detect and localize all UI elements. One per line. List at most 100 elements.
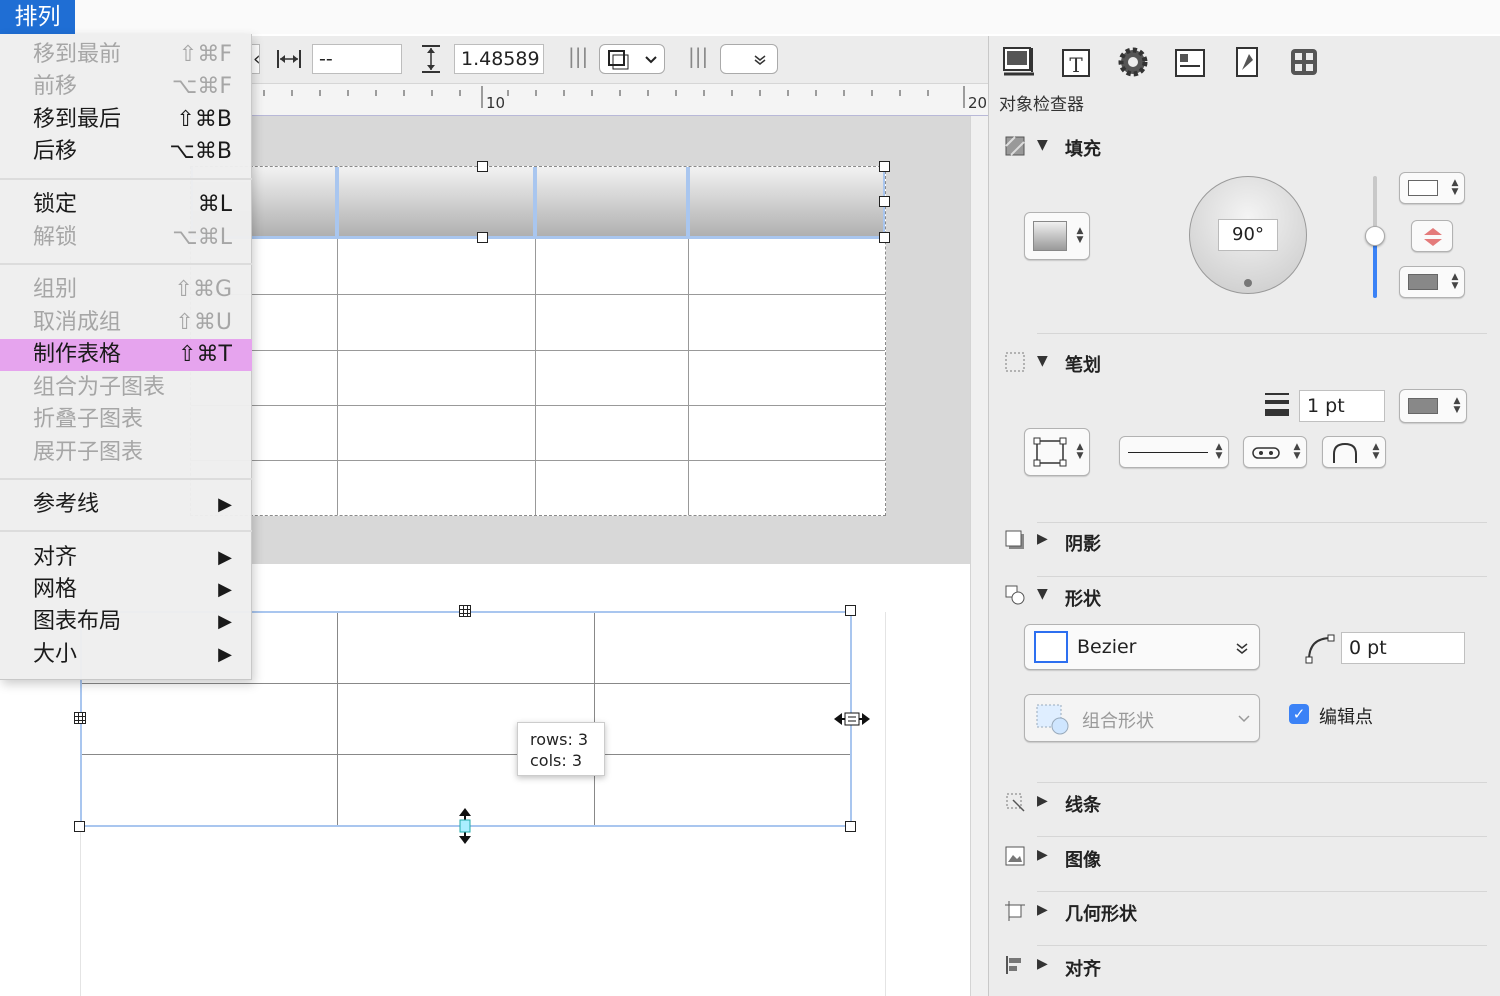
gradient-slider-knob[interactable] [1365, 226, 1385, 246]
fill-icon [1005, 136, 1025, 156]
menu-title-arrange[interactable]: 排列 [0, 0, 75, 34]
stroke-type-popup[interactable]: ▲ ▼ [1024, 428, 1090, 476]
shape-section-label[interactable]: 形状 [1065, 585, 1101, 611]
menu-item-label: 组合为子图表 [33, 375, 166, 400]
lines-icon [1006, 793, 1025, 812]
chevron-down-icon [1238, 715, 1250, 723]
menu-item-size[interactable]: 大小 ▶ [0, 639, 252, 671]
section-divider [1037, 891, 1487, 892]
lines-section-label[interactable]: 线条 [1065, 791, 1101, 817]
menu-separator [0, 178, 252, 180]
shape-icon [1005, 585, 1025, 605]
line-pattern-popup[interactable]: ▲ ▼ [1119, 436, 1229, 468]
corner-radius-icon [1305, 634, 1335, 664]
disclosure-open-icon[interactable]: ▼ [1037, 137, 1048, 153]
height-input[interactable]: 1.48589 [454, 44, 544, 74]
menu-item-label: 参考线 [33, 492, 100, 517]
selection-handle[interactable] [845, 821, 856, 832]
selection-handle[interactable] [879, 161, 890, 172]
line-join-popup[interactable]: ▲ ▼ [1322, 436, 1386, 468]
ruler-label-20: 20 [968, 94, 988, 112]
horizontal-resize-cursor-icon [834, 712, 870, 726]
gradient-angle-dial[interactable]: 90° [1189, 176, 1307, 294]
disclosure-open-icon[interactable]: ▼ [1037, 586, 1048, 602]
gradient-angle-value[interactable]: 90° [1218, 219, 1278, 251]
menu-item-collapse-subgraph[interactable]: 折叠子图表 [0, 404, 252, 436]
menu-item-make-subgraph[interactable]: 组合为子图表 [0, 372, 252, 404]
shadow-section-label[interactable]: 阴影 [1065, 530, 1101, 556]
table-grid-handle[interactable] [74, 712, 86, 724]
image-section-label[interactable]: 图像 [1065, 846, 1101, 872]
menu-item-align[interactable]: 对齐 ▶ [0, 542, 252, 574]
menu-item-expand-subgraph[interactable]: 展开子图表 [0, 437, 252, 469]
edit-points-checkbox[interactable]: ✓ [1289, 704, 1309, 724]
menu-item-lock[interactable]: 锁定 ⌘L [0, 189, 252, 221]
stroke-section-label[interactable]: 笔划 [1065, 351, 1101, 377]
selection-handle[interactable] [845, 605, 856, 616]
square-icon [608, 50, 629, 70]
stroke-color-well[interactable]: ▲ ▼ [1399, 389, 1467, 423]
menu-item-shortcut: ⌥⌘F [171, 74, 232, 99]
header-cell[interactable] [688, 167, 885, 239]
text-icon[interactable]: T [1058, 44, 1094, 80]
selection-handle[interactable] [477, 161, 488, 172]
menu-item-shortcut: ⇧⌘G [174, 277, 232, 302]
menu-item-grid[interactable]: 网格 ▶ [0, 574, 252, 606]
ruler-ticks [263, 86, 965, 108]
canvas-icon[interactable] [1001, 44, 1037, 80]
selection-handle[interactable] [879, 232, 890, 243]
menu-item-diagram-layout[interactable]: 图表布局 ▶ [0, 606, 252, 638]
geometry-section-label[interactable]: 几何形状 [1065, 900, 1137, 926]
shadow-style-popup[interactable] [599, 44, 665, 74]
line-cap-popup[interactable]: ▲ ▼ [1243, 436, 1307, 468]
gradient-end-color-well[interactable]: ▲ ▼ [1399, 266, 1465, 298]
selection-handle[interactable] [879, 196, 890, 207]
menu-item-send-backward[interactable]: 后移 ⌥⌘B [0, 136, 252, 168]
disclosure-closed-icon[interactable]: ▶ [1037, 956, 1048, 972]
width-input[interactable]: -- [312, 44, 402, 74]
table-grid-handle[interactable] [459, 605, 471, 617]
shape-type-popup[interactable]: Bezier [1024, 624, 1260, 670]
menu-item-send-to-back[interactable]: 移到最后 ⇧⌘B [0, 104, 252, 136]
menu-item-label: 折叠子图表 [33, 407, 144, 432]
disclosure-closed-icon[interactable]: ▶ [1037, 793, 1048, 809]
menu-item-bring-to-front[interactable]: 移到最前 ⇧⌘F [0, 39, 252, 71]
align-section-label[interactable]: 对齐 [1065, 955, 1101, 981]
gear-icon[interactable] [1115, 44, 1151, 80]
menu-item-unlock[interactable]: 解锁 ⌥⌘L [0, 222, 252, 254]
tooltip-cols: cols: 3 [530, 751, 583, 770]
layout-icon[interactable] [1172, 44, 1208, 80]
menu-item-guides[interactable]: 参考线 ▶ [0, 489, 252, 521]
menu-item-label: 锁定 [33, 192, 78, 217]
submenu-arrow-icon: ▶ [218, 494, 232, 515]
fill-type-popup[interactable]: ▲ ▼ [1024, 212, 1090, 260]
header-cell[interactable] [535, 167, 688, 239]
properties-icon[interactable] [1229, 44, 1265, 80]
menu-separator [0, 263, 252, 265]
gradient-start-color-well[interactable]: ▲ ▼ [1399, 172, 1465, 204]
disclosure-closed-icon[interactable]: ▶ [1037, 531, 1048, 547]
disclosure-closed-icon[interactable]: ▶ [1037, 847, 1048, 863]
vertical-scrollbar[interactable] [970, 116, 988, 996]
menu-item-group[interactable]: 组别 ⇧⌘G [0, 274, 252, 306]
menu-item-bring-forward[interactable]: 前移 ⌥⌘F [0, 71, 252, 103]
menu-item-ungroup[interactable]: 取消成组 ⇧⌘U [0, 307, 252, 339]
header-cell[interactable] [337, 167, 535, 239]
menu-item-shortcut: ⌥⌘L [172, 225, 232, 250]
height-icon [422, 45, 440, 73]
selected-table[interactable] [190, 166, 886, 516]
shape-preview-icon [1034, 631, 1068, 663]
selection-handle[interactable] [74, 821, 85, 832]
style-popup[interactable] [720, 44, 778, 74]
column-divider [594, 613, 595, 825]
stroke-width-input[interactable]: 1 pt [1299, 390, 1385, 422]
grid-icon[interactable] [1286, 44, 1322, 80]
combine-shapes-popup[interactable]: 组合形状 [1024, 694, 1260, 742]
menu-item-make-table[interactable]: 制作表格 ⇧⌘T [0, 339, 252, 371]
swap-colors-button[interactable] [1411, 220, 1453, 252]
corner-radius-input[interactable]: 0 pt [1341, 632, 1465, 664]
fill-section-label[interactable]: 填充 [1065, 135, 1101, 161]
selection-handle[interactable] [477, 232, 488, 243]
disclosure-open-icon[interactable]: ▼ [1037, 353, 1048, 369]
disclosure-closed-icon[interactable]: ▶ [1037, 902, 1048, 918]
